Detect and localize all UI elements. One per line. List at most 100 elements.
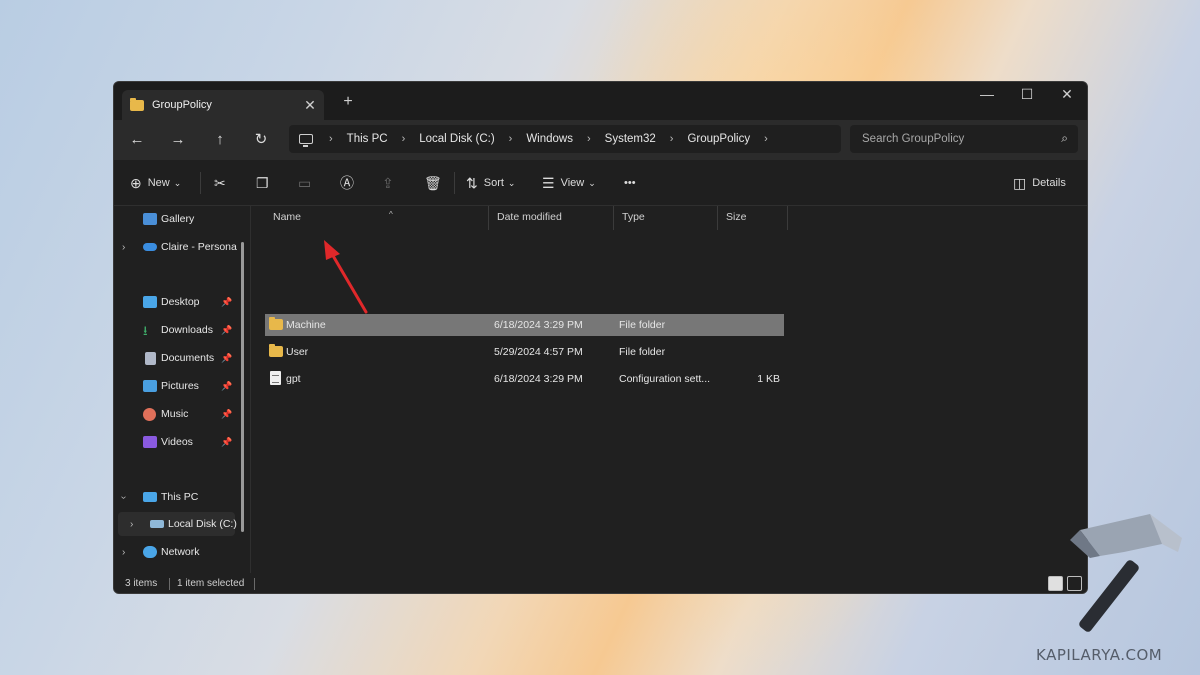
- chevron-right-icon[interactable]: ›: [122, 242, 125, 253]
- copy-button[interactable]: ❐: [256, 172, 275, 194]
- sidebar-item-documents[interactable]: Documents 📌: [114, 346, 239, 370]
- chevron-down-icon: ⌄: [173, 177, 182, 188]
- videos-icon: [143, 436, 157, 448]
- sidebar-item-desktop[interactable]: Desktop 📌: [114, 290, 239, 314]
- back-button[interactable]: ←: [123, 128, 151, 152]
- status-divider: [169, 578, 170, 590]
- file-row-machine[interactable]: Machine 6/18/2024 3:29 PM File folder: [265, 314, 784, 336]
- file-name: gpt: [286, 373, 301, 385]
- sidebar-item-label: Downloads: [161, 324, 213, 336]
- view-icon: ☰: [542, 174, 555, 191]
- maximize-button[interactable]: ☐: [1012, 86, 1042, 103]
- column-header-name[interactable]: Name ^: [265, 206, 489, 230]
- sidebar-item-local-disk[interactable]: › Local Disk (C:): [118, 512, 237, 536]
- sort-icon: ⇅: [466, 174, 478, 191]
- breadcrumb-separator[interactable]: ›: [396, 133, 412, 145]
- sidebar-item-this-pc[interactable]: › This PC: [114, 485, 239, 509]
- file-type: File folder: [619, 319, 666, 331]
- sidebar-scrollbar[interactable]: [241, 242, 244, 532]
- details-label: Details: [1032, 177, 1066, 189]
- new-button[interactable]: ⊕ New ⌄: [130, 172, 181, 194]
- file-date: 6/18/2024 3:29 PM: [494, 373, 583, 385]
- breadcrumb-separator[interactable]: ›: [758, 133, 774, 145]
- paste-button[interactable]: ▭: [298, 172, 317, 194]
- close-tab-icon[interactable]: ✕: [300, 97, 320, 114]
- column-header-size[interactable]: Size: [718, 206, 788, 230]
- chevron-down-icon: ⌄: [588, 177, 596, 188]
- breadcrumb-this-pc[interactable]: This PC: [339, 133, 396, 145]
- breadcrumb-system32[interactable]: System32: [597, 133, 664, 145]
- sort-label: Sort: [483, 177, 504, 189]
- sidebar-item-label: Gallery: [161, 213, 195, 225]
- toolbar-divider: [200, 172, 201, 194]
- monitor-icon: [299, 134, 313, 147]
- refresh-button[interactable]: ↻: [247, 128, 275, 152]
- desktop-icon: [143, 296, 157, 308]
- chevron-right-icon[interactable]: ›: [130, 519, 133, 530]
- breadcrumb-separator[interactable]: ›: [664, 133, 680, 145]
- cut-button[interactable]: ✂: [214, 172, 232, 194]
- rename-button[interactable]: Ⓐ: [340, 172, 360, 194]
- file-row-user[interactable]: User 5/29/2024 4:57 PM File folder: [265, 341, 784, 363]
- copy-icon: ❐: [256, 174, 269, 191]
- sidebar-item-label: This PC: [161, 491, 199, 503]
- minimize-button[interactable]: —: [972, 86, 1002, 102]
- column-header-type[interactable]: Type: [614, 206, 718, 230]
- scissors-icon: ✂: [214, 174, 226, 191]
- delete-button[interactable]: 🗑: [424, 172, 448, 194]
- toolbar-divider: [454, 172, 455, 194]
- pin-icon: 📌: [221, 296, 233, 307]
- file-row-gpt[interactable]: gpt 6/18/2024 3:29 PM Configuration sett…: [265, 368, 784, 390]
- share-button[interactable]: ⇪: [382, 172, 400, 194]
- share-icon: ⇪: [382, 174, 394, 191]
- breadcrumb-local-disk[interactable]: Local Disk (C:): [411, 133, 502, 145]
- chevron-down-icon: ⌄: [507, 177, 516, 188]
- view-button[interactable]: ☰ View ⌄: [542, 172, 596, 194]
- tab-grouppolicy[interactable]: GroupPolicy ✕: [122, 90, 324, 120]
- breadcrumb-separator[interactable]: ›: [323, 133, 339, 145]
- sidebar-item-label: Music: [161, 408, 189, 420]
- selection-count: 1 item selected: [177, 578, 245, 589]
- sidebar-item-gallery[interactable]: Gallery: [114, 207, 239, 231]
- up-button[interactable]: ↑: [206, 128, 234, 152]
- trash-icon: 🗑: [424, 174, 442, 191]
- file-name: User: [286, 346, 309, 358]
- breadcrumb-windows[interactable]: Windows: [518, 133, 581, 145]
- file-type: Configuration sett...: [619, 373, 711, 385]
- pin-icon: 📌: [221, 436, 233, 447]
- sidebar-item-downloads[interactable]: ⭳ Downloads 📌: [114, 318, 239, 342]
- folder-icon: [269, 317, 283, 330]
- breadcrumb-separator[interactable]: ›: [581, 133, 597, 145]
- chevron-right-icon[interactable]: ›: [122, 547, 125, 558]
- sidebar-item-music[interactable]: Music 📌: [114, 402, 239, 426]
- cloud-icon: [143, 243, 157, 251]
- new-tab-button[interactable]: +: [338, 93, 358, 111]
- config-file-icon: [270, 371, 281, 385]
- file-explorer-window: GroupPolicy ✕ + — ☐ ✕ ← → ↑ ↻ › This PC …: [113, 81, 1088, 594]
- breadcrumb[interactable]: › This PC › Local Disk (C:) › Windows › …: [289, 125, 841, 153]
- sidebar-item-videos[interactable]: Videos 📌: [114, 430, 239, 454]
- search-input[interactable]: Search GroupPolicy ⌕: [850, 125, 1078, 153]
- column-label: Name: [273, 211, 302, 223]
- pane-divider[interactable]: [250, 206, 251, 573]
- close-window-button[interactable]: ✕: [1052, 86, 1082, 103]
- breadcrumb-separator[interactable]: ›: [503, 133, 519, 145]
- sidebar-item-label: Documents: [161, 352, 215, 364]
- sort-button[interactable]: ⇅ Sort ⌄: [466, 172, 515, 194]
- gallery-icon: [143, 213, 157, 225]
- network-icon: [143, 546, 157, 558]
- details-pane-icon: ◫: [1013, 174, 1027, 191]
- breadcrumb-grouppolicy[interactable]: GroupPolicy: [679, 133, 758, 145]
- sidebar-item-network[interactable]: › Network: [114, 540, 239, 564]
- more-icon: •••: [624, 177, 636, 189]
- sidebar-item-onedrive[interactable]: › Claire - Persona: [114, 235, 239, 259]
- sidebar-item-pictures[interactable]: Pictures 📌: [114, 374, 239, 398]
- column-header-date[interactable]: Date modified: [489, 206, 614, 230]
- chevron-down-icon[interactable]: ›: [118, 495, 129, 498]
- sidebar-item-label: Local Disk (C:): [168, 518, 237, 530]
- more-options-button[interactable]: •••: [624, 172, 636, 194]
- forward-button[interactable]: →: [164, 128, 192, 152]
- watermark-text: KAPILARYA.COM: [1036, 646, 1163, 664]
- details-button[interactable]: ◫ Details: [1013, 172, 1066, 194]
- sidebar-item-label: Network: [161, 546, 200, 558]
